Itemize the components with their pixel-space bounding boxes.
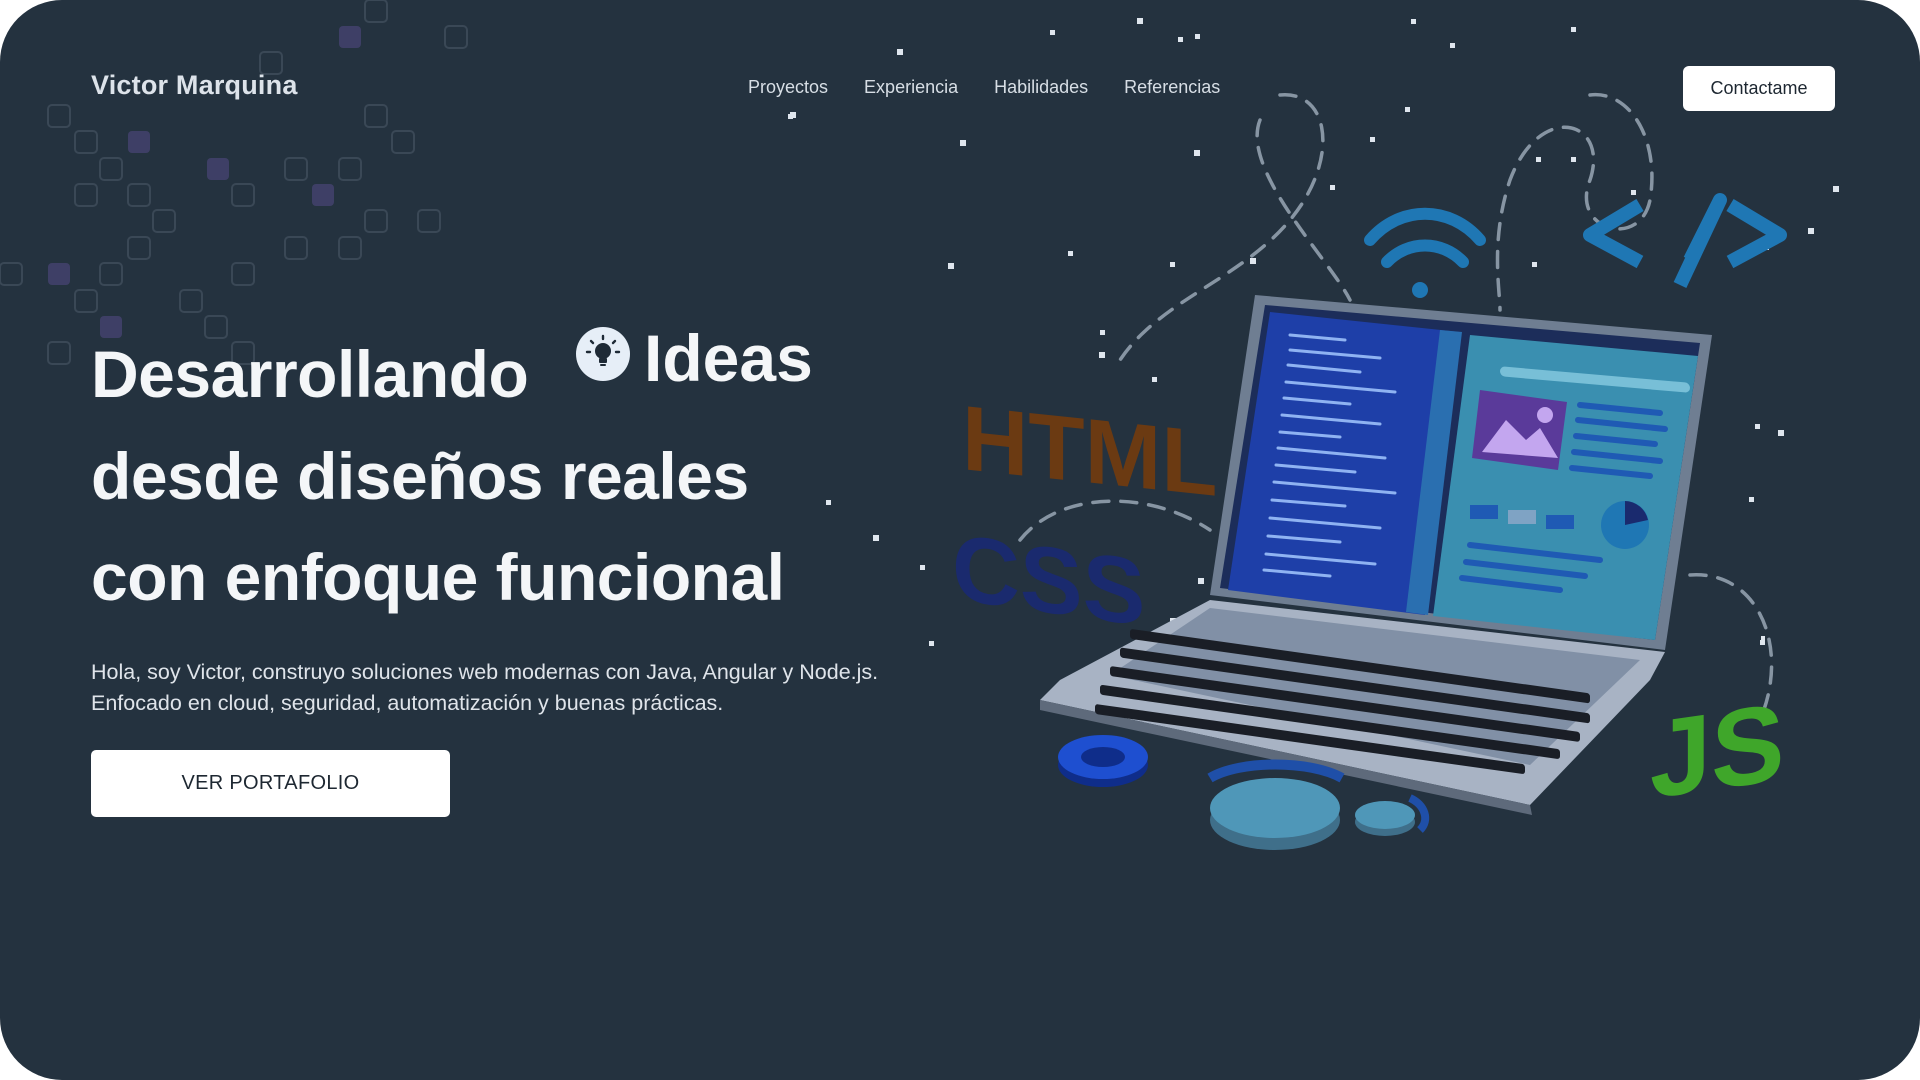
code-tag-icon — [1583, 193, 1787, 288]
wifi-icon — [1364, 207, 1486, 298]
hero-page: Victor Marquina Proyectos Experiencia Ha… — [0, 0, 1920, 1080]
hero-title-line3: con enfoque funcional — [91, 540, 785, 614]
view-portfolio-button[interactable]: VER PORTAFOLIO — [91, 750, 450, 817]
intro-line1: Hola, soy Victor, construyo soluciones w… — [91, 660, 879, 684]
css-3d-text: CSS — [952, 514, 1145, 647]
lightbulb-icon — [576, 327, 630, 381]
grid-pattern-decoration — [0, 0, 468, 365]
hero-illustration: HTML CSS JS — [952, 93, 1787, 850]
at-sign-icon — [1058, 735, 1148, 787]
intro-line2: Enfocado en cloud, seguridad, automatiza… — [91, 691, 724, 715]
hero-title-ideas: Ideas — [644, 321, 813, 395]
html-3d-text: HTML — [962, 385, 1217, 516]
hero-intro: Hola, soy Victor, construyo soluciones w… — [91, 657, 878, 719]
hero-title-line2: desde diseños reales — [91, 439, 749, 513]
hero-title-line1: Desarrollando — [91, 337, 529, 411]
js-3d-text: JS — [1650, 681, 1785, 822]
brand-logo[interactable]: Victor Marquina — [91, 70, 298, 101]
nav-proyectos[interactable]: Proyectos — [748, 77, 828, 98]
